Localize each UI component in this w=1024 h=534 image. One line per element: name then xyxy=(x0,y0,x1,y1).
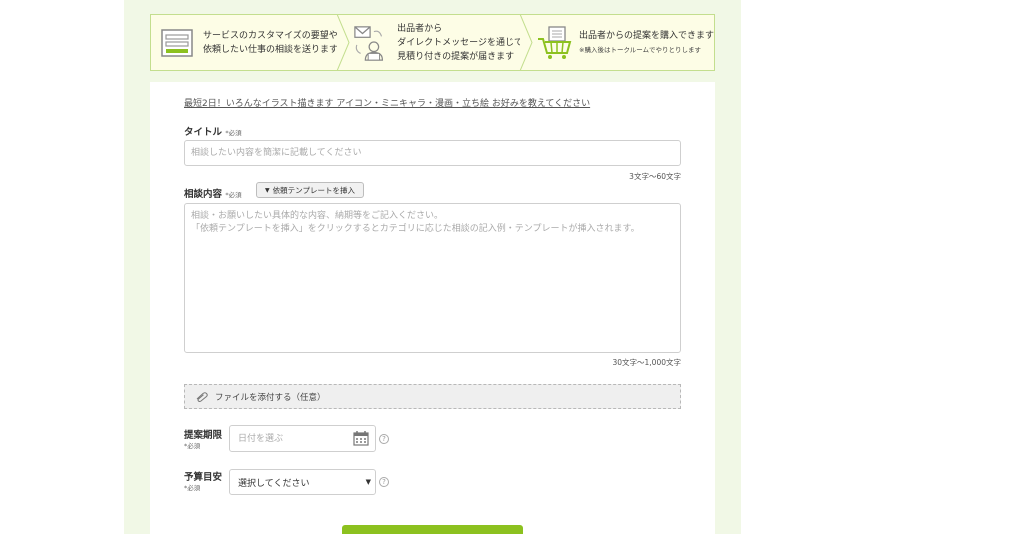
step-chevron xyxy=(336,14,350,71)
deadline-help-icon[interactable]: ? xyxy=(379,434,389,444)
budget-select-value: 選択してください xyxy=(238,478,310,489)
budget-required-mark: *必須 xyxy=(184,484,201,492)
title-input[interactable] xyxy=(184,140,681,166)
budget-select[interactable]: 選択してください ▼ xyxy=(229,469,376,495)
step-chevron xyxy=(519,14,533,71)
step-1: サービスのカスタマイズの要望や 依頼したい仕事の相談を送ります xyxy=(161,15,341,70)
step-1-line1: サービスのカスタマイズの要望や xyxy=(203,30,338,41)
title-required-mark: *必須 xyxy=(225,129,242,137)
content-counter: 30文字〜1,000文字 xyxy=(612,358,681,367)
message-person-icon xyxy=(354,25,384,61)
content-label: 相談内容 *必須 xyxy=(184,186,242,200)
deadline-required-mark: *必須 xyxy=(184,442,201,450)
paperclip-icon xyxy=(196,391,208,402)
step-2-line2: ダイレクトメッセージを通じて xyxy=(397,37,523,48)
deadline-label: 提案期限 xyxy=(184,430,223,441)
step-3-line1: 出品者からの提案を購入できます xyxy=(579,30,715,41)
budget-label: 予算目安 xyxy=(184,472,223,483)
insert-template-label: 依頼テンプレートを挿入 xyxy=(272,185,355,195)
insert-template-button[interactable]: ▼ 依頼テンプレートを挿入 xyxy=(256,182,364,198)
content-required-mark: *必須 xyxy=(225,191,242,199)
calendar-icon[interactable] xyxy=(353,430,369,446)
content-label-text: 相談内容 xyxy=(184,189,223,200)
step-3: 出品者からの提案を購入できます ※購入後はトークルームでやりとりします xyxy=(537,15,715,70)
chevron-down-icon: ▼ xyxy=(365,478,371,486)
cart-icon xyxy=(538,25,572,59)
step-3-note: ※購入後はトークルームでやりとりします xyxy=(579,45,702,54)
title-label-text: タイトル xyxy=(184,127,223,138)
budget-help-icon[interactable]: ? xyxy=(379,477,389,487)
attach-file-button[interactable]: ファイルを添付する（任意） xyxy=(184,384,681,409)
title-label: タイトル *必須 xyxy=(184,124,242,138)
title-counter: 3文字〜60文字 xyxy=(629,172,681,181)
step-1-line2: 依頼したい仕事の相談を送ります xyxy=(203,44,339,55)
step-2: 出品者から ダイレクトメッセージを通じて 見積り付きの提案が届きます xyxy=(353,15,523,70)
steps-banner: サービスのカスタマイズの要望や 依頼したい仕事の相談を送ります 出品者から ダイ… xyxy=(150,14,715,71)
form-icon xyxy=(161,28,193,57)
caret-down-icon: ▼ xyxy=(265,186,270,194)
step-2-line3: 見積り付きの提案が届きます xyxy=(397,51,515,62)
content-textarea[interactable] xyxy=(184,203,681,353)
service-link[interactable]: 最短2日！いろんなイラスト描きます アイコン・ミニキャラ・漫画・立ち絵 お好みを… xyxy=(184,96,590,109)
attach-file-label: ファイルを添付する（任意） xyxy=(215,392,326,403)
submit-button[interactable] xyxy=(342,525,523,534)
step-2-line1: 出品者から xyxy=(397,23,443,34)
